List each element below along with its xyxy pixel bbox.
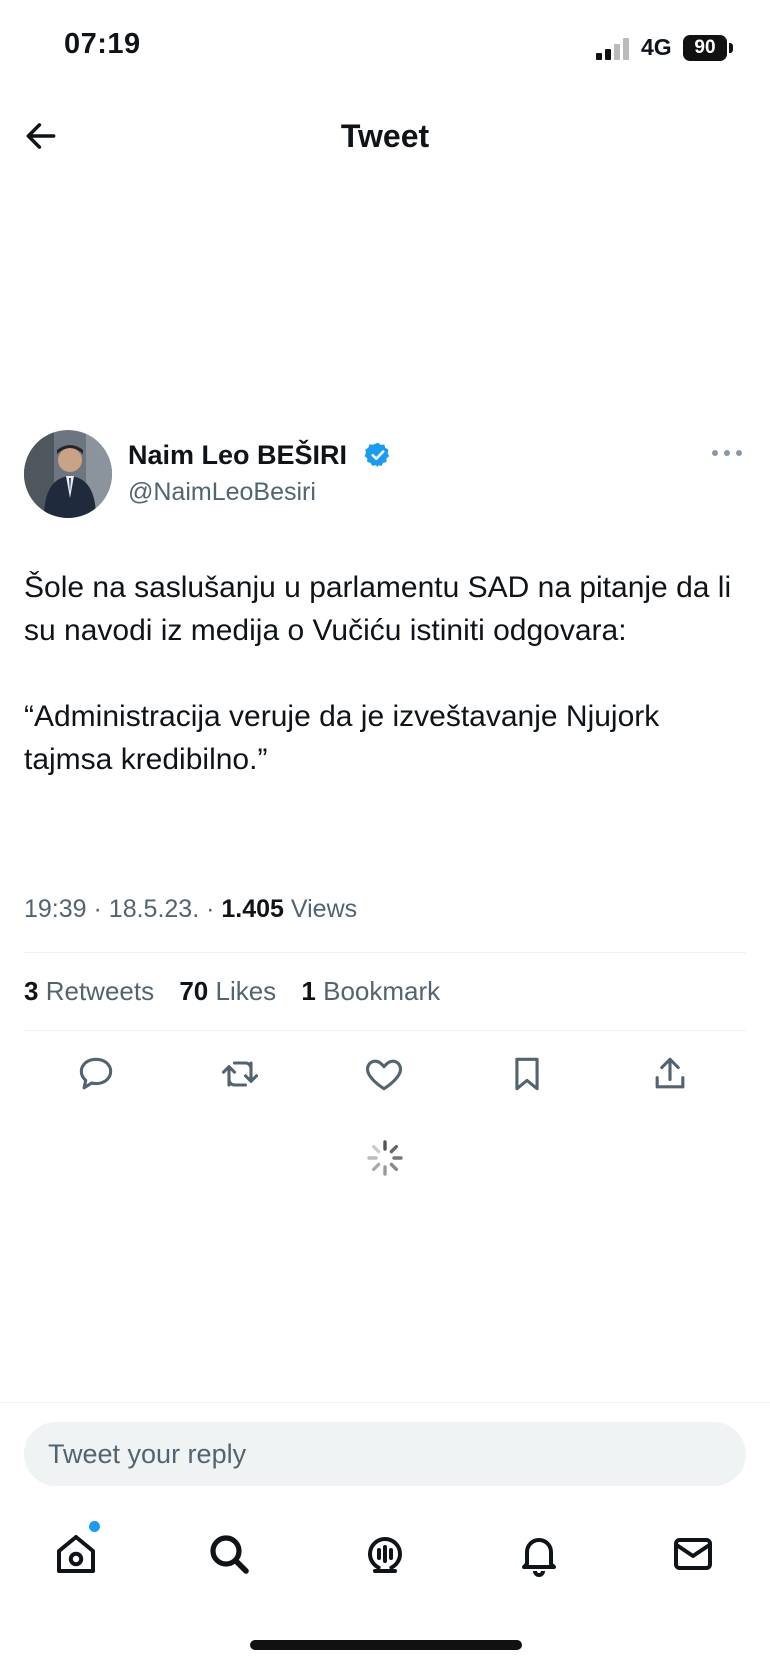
likes-label: Likes [215, 976, 277, 1006]
page-title: Tweet [340, 118, 430, 154]
tab-notifications[interactable] [515, 1530, 563, 1578]
verified-badge-icon [364, 441, 392, 469]
retweets-label: Retweets [45, 976, 155, 1006]
tab-home[interactable] [52, 1530, 100, 1578]
battery-tip [729, 43, 733, 53]
tweet-time: 19:39 [24, 895, 87, 923]
author-name[interactable]: Naim Leo BEŠIRI [128, 440, 347, 471]
divider [24, 952, 746, 953]
reply-button[interactable] [74, 1052, 118, 1096]
likes-stat[interactable]: 70 Likes [179, 976, 276, 1006]
separator-dot: · [93, 895, 109, 923]
notifications-icon [522, 1538, 556, 1577]
divider [24, 1030, 746, 1031]
tweet-date: 18.5.23. [108, 895, 200, 923]
tab-spaces[interactable] [361, 1530, 409, 1578]
tweet-meta: 19:39 · 18.5.23. · 1.405 Views [24, 895, 357, 924]
tweet-actions [0, 1052, 770, 1096]
like-button[interactable] [362, 1052, 406, 1096]
bookmarks-count: 1 [301, 976, 316, 1006]
views-label: Views [290, 895, 358, 923]
retweets-stat[interactable]: 3 Retweets [24, 976, 154, 1006]
share-button[interactable] [648, 1052, 692, 1096]
views-count: 1.405 [221, 895, 284, 923]
more-options-icon[interactable] [712, 446, 744, 460]
tab-messages[interactable] [669, 1530, 717, 1578]
notification-dot [89, 1521, 100, 1532]
like-icon [365, 1059, 403, 1091]
reply-placeholder: Tweet your reply [48, 1439, 247, 1469]
spaces-icon [368, 1537, 403, 1573]
messages-icon [674, 1538, 712, 1570]
loading-spinner-icon [365, 1138, 405, 1178]
avatar[interactable] [24, 430, 112, 518]
home-indicator [250, 1640, 522, 1650]
tab-search[interactable] [205, 1530, 253, 1578]
reply-icon [79, 1057, 113, 1090]
tweet-text: Šole na saslušanju u parlamentu SAD na p… [24, 571, 732, 776]
bookmark-icon [515, 1057, 539, 1091]
network-type: 4G [641, 34, 672, 60]
battery-icon: 90 [683, 35, 727, 61]
divider [0, 1402, 770, 1403]
bookmarks-label: Bookmark [323, 976, 441, 1006]
share-icon [655, 1057, 685, 1089]
likes-count: 70 [179, 976, 209, 1006]
author-handle[interactable]: @NaimLeoBesiri [128, 478, 316, 507]
cell-signal-icon [596, 38, 630, 60]
bookmark-button[interactable] [505, 1052, 549, 1096]
tweet-stats: 3 Retweets 70 Likes 1 Bookmark [24, 976, 458, 1007]
search-icon [210, 1535, 249, 1574]
avatar-photo [24, 430, 112, 518]
bookmarks-stat[interactable]: 1 Bookmark [301, 976, 440, 1006]
home-icon [57, 1535, 95, 1573]
separator-dot: · [206, 895, 222, 923]
status-time: 07:19 [64, 28, 141, 60]
retweet-button[interactable] [218, 1052, 262, 1096]
retweet-icon [221, 1061, 259, 1087]
retweets-count: 3 [24, 976, 39, 1006]
